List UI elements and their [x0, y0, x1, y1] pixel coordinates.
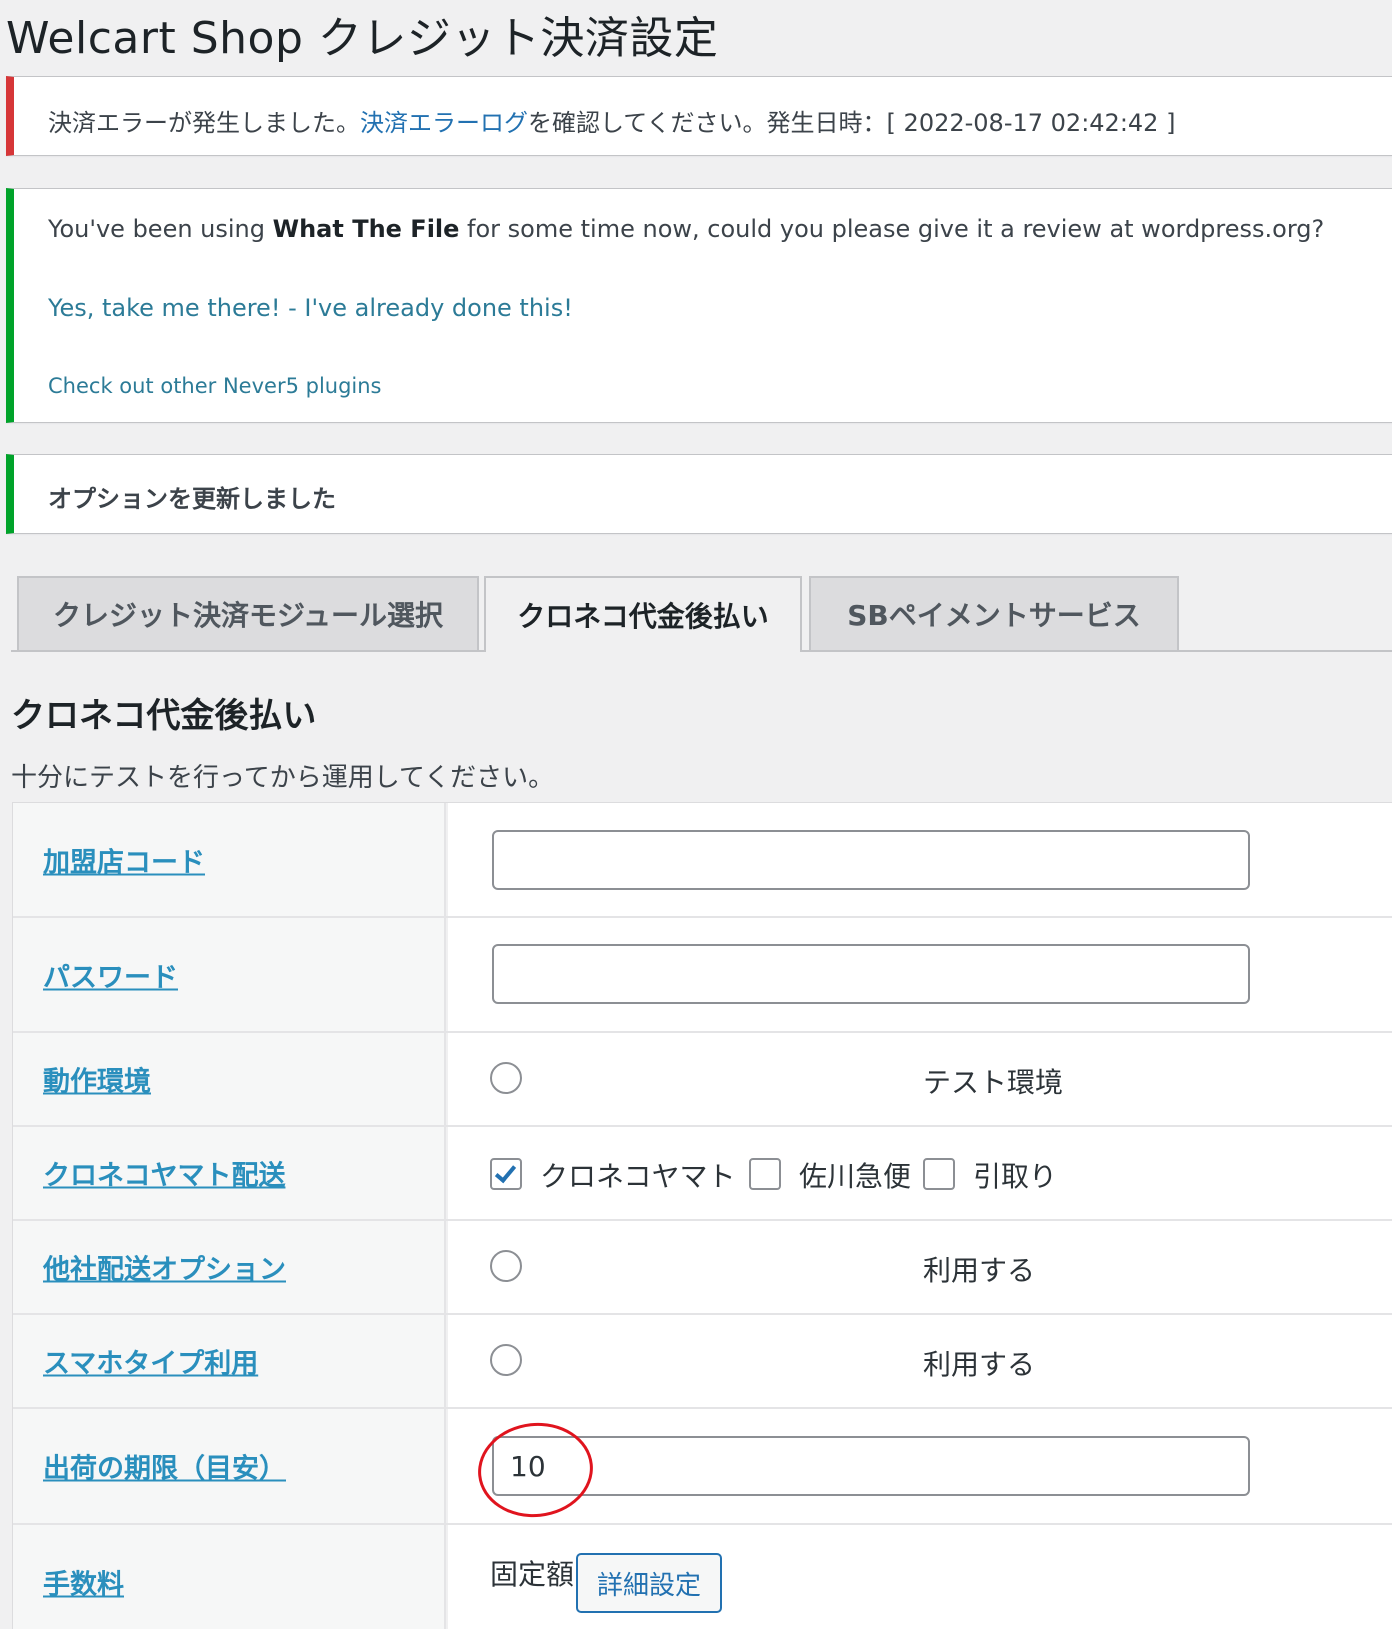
pickup-option-label: 引取り	[973, 1160, 1058, 1193]
merchant-code-input[interactable]	[492, 830, 1250, 890]
password-label[interactable]: パスワード	[43, 955, 178, 994]
other-delivery-label[interactable]: 他社配送オプション	[43, 1248, 286, 1287]
review-other-plugins: Check out other Never5 plugins	[48, 374, 382, 398]
yamato-checkbox[interactable]	[490, 1158, 522, 1190]
merchant-code-label[interactable]: 加盟店コード	[43, 840, 205, 879]
smartphone-type-option-label: 利用する	[923, 1348, 1036, 1381]
tab-module-select[interactable]: クレジット決済モジュール選択	[17, 576, 479, 650]
other-plugins-link[interactable]: Check out other Never5 plugins	[48, 374, 382, 398]
review-yes-link[interactable]: Yes, take me there!	[48, 294, 280, 322]
updated-notice: オプションを更新しました	[6, 454, 1392, 534]
yamato-delivery-label[interactable]: クロネコヤマト配送	[43, 1154, 285, 1193]
other-delivery-option-label: 利用する	[923, 1254, 1036, 1287]
environment-test-label: テスト環境	[923, 1066, 1064, 1099]
fee-type-text: 固定額	[490, 1558, 575, 1591]
tab-kuroneko-atobarai[interactable]: クロネコ代金後払い	[484, 576, 802, 652]
smartphone-type-radio[interactable]	[490, 1344, 522, 1376]
checkmark-icon	[494, 1160, 517, 1184]
row-yamato-delivery: クロネコヤマト配送 クロネコヤマト 佐川急便 引取り	[13, 1127, 1392, 1221]
environment-label[interactable]: 動作環境	[43, 1060, 151, 1099]
error-log-link[interactable]: 決済エラーログ	[360, 109, 528, 137]
fee-detail-settings-button[interactable]: 詳細設定	[576, 1553, 722, 1613]
section-title: クロネコ代金後払い	[11, 696, 317, 736]
environment-test-radio[interactable]	[490, 1062, 522, 1094]
tab-sb-payment[interactable]: SBペイメントサービス	[809, 576, 1179, 650]
settings-form-table: 加盟店コード パスワード 動作環境 テスト環境 クロネコヤマト配送 クロネコヤマ…	[12, 802, 1392, 1629]
review-links: Yes, take me there! - I've already done …	[48, 294, 573, 322]
password-input[interactable]	[492, 944, 1250, 1004]
pickup-checkbox[interactable]	[923, 1158, 955, 1190]
row-smartphone-type: スマホタイプ利用 利用する	[13, 1315, 1392, 1409]
sagawa-option-label: 佐川急便	[799, 1160, 912, 1193]
fee-label[interactable]: 手数料	[43, 1563, 124, 1602]
row-shipping-deadline: 出荷の期限（目安）	[13, 1409, 1392, 1525]
updated-notice-text: オプションを更新しました	[48, 485, 336, 513]
row-fee: 手数料 固定額 詳細設定	[13, 1525, 1392, 1629]
row-other-delivery: 他社配送オプション 利用する	[13, 1221, 1392, 1315]
review-done-link[interactable]: I've already done this!	[304, 294, 572, 322]
sagawa-checkbox[interactable]	[749, 1158, 781, 1190]
review-notice-text: You've been using What The File for some…	[48, 215, 1325, 243]
review-notice: You've been using What The File for some…	[6, 188, 1392, 423]
page-title: Welcart Shop クレジット決済設定	[6, 13, 719, 64]
error-notice-text: 決済エラーが発生しました。決済エラーログを確認してください。発生日時：[ 202…	[48, 109, 1176, 137]
row-password: パスワード	[13, 918, 1392, 1033]
row-merchant-code: 加盟店コード	[13, 803, 1392, 918]
row-environment: 動作環境 テスト環境	[13, 1033, 1392, 1127]
section-description: 十分にテストを行ってから運用してください。	[11, 763, 555, 793]
shipping-deadline-label[interactable]: 出荷の期限（目安）	[43, 1447, 286, 1486]
plugin-name: What The File	[272, 215, 460, 243]
annotation-circle	[473, 1417, 598, 1523]
shipping-deadline-input[interactable]	[492, 1436, 1250, 1496]
other-delivery-radio[interactable]	[490, 1250, 522, 1282]
error-notice: 決済エラーが発生しました。決済エラーログを確認してください。発生日時：[ 202…	[6, 76, 1392, 156]
yamato-option-label: クロネコヤマト	[540, 1160, 736, 1193]
tab-bar: クレジット決済モジュール選択 クロネコ代金後払い SBペイメントサービス	[11, 576, 1392, 652]
smartphone-type-label[interactable]: スマホタイプ利用	[43, 1342, 258, 1381]
